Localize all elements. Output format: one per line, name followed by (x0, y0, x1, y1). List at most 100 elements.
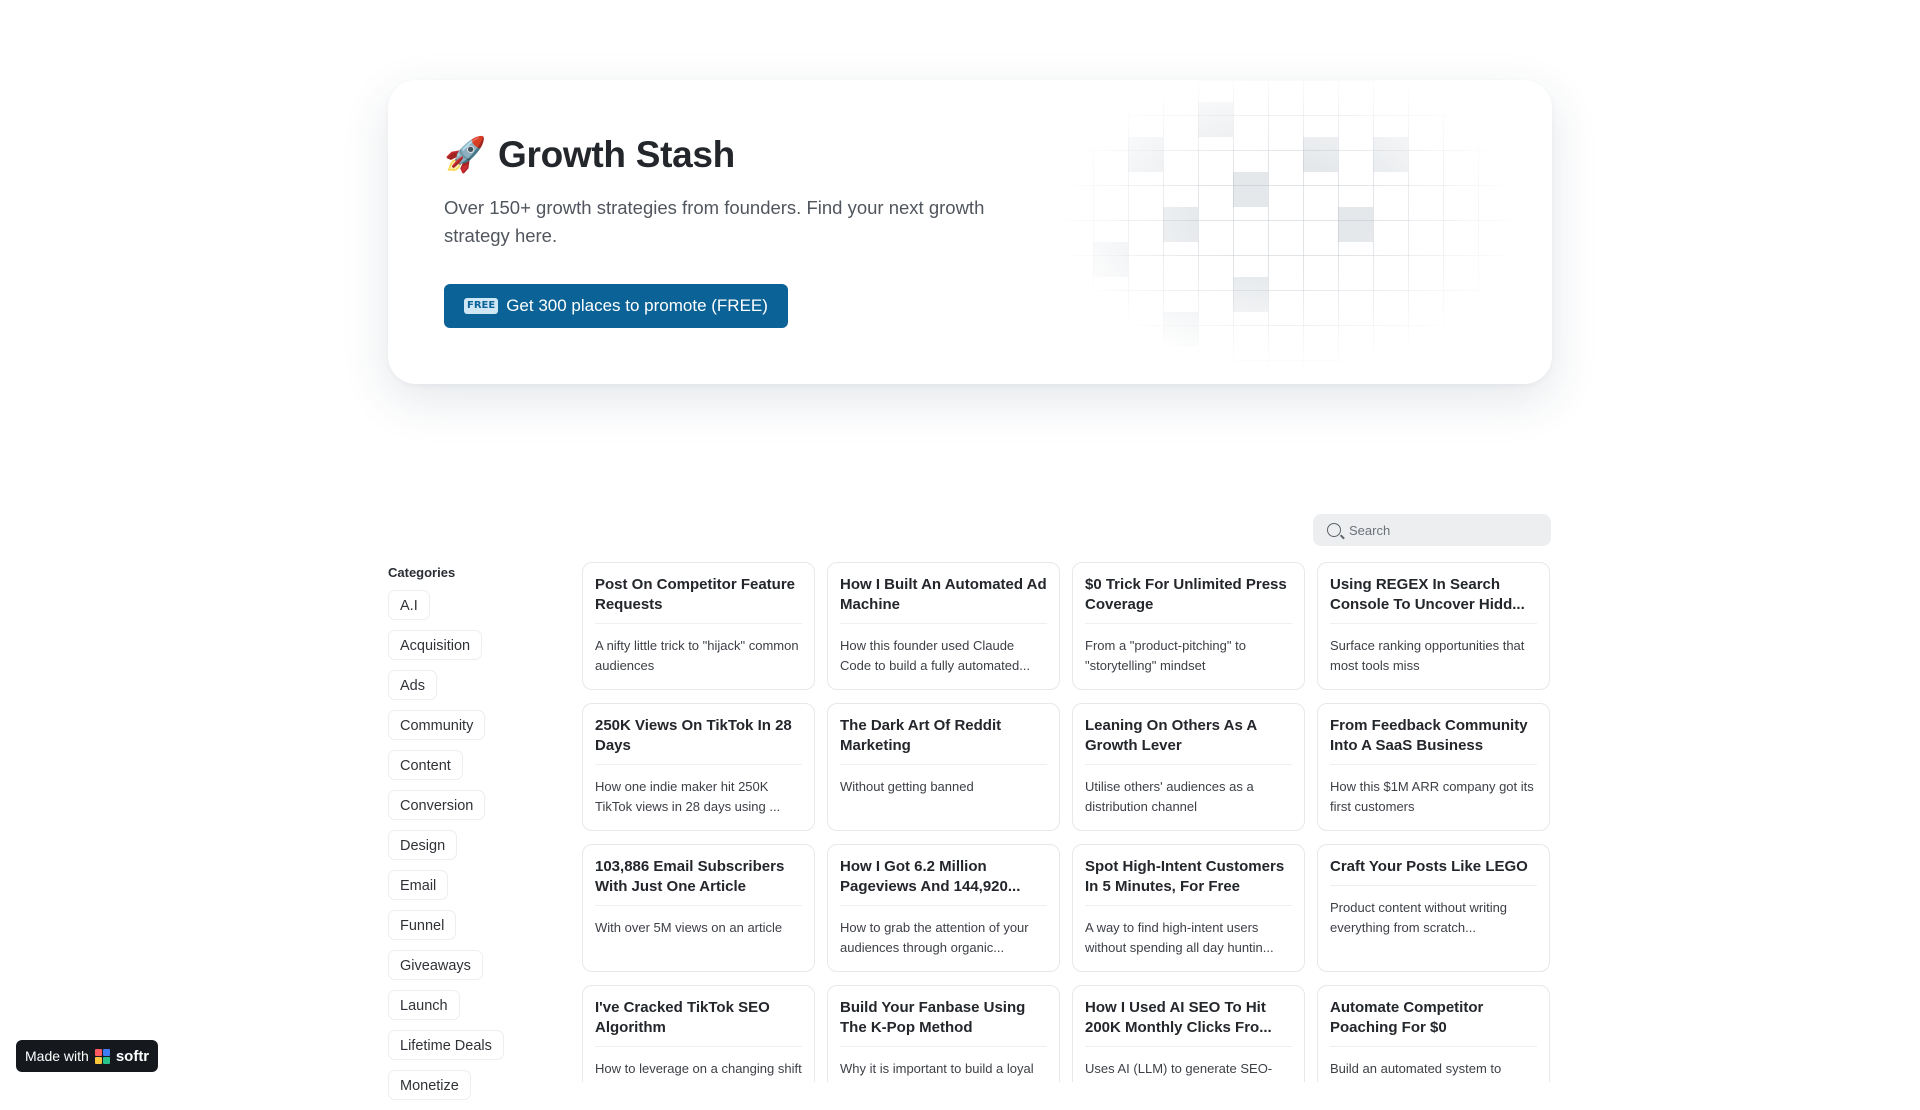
card-description: How to grab the attention of your audien… (840, 920, 1029, 955)
decorative-grid (1058, 80, 1518, 384)
strategy-card[interactable]: From Feedback Community Into A SaaS Busi… (1317, 703, 1550, 831)
card-title: I've Cracked TikTok SEO Algorithm (595, 999, 770, 1036)
card-description: How one indie maker hit 250K TikTok view… (595, 779, 781, 814)
card-title: $0 Trick For Unlimited Press Coverage (1085, 576, 1287, 613)
card-title: 250K Views On TikTok In 28 Days (595, 717, 792, 754)
made-with-label: Made with (25, 1048, 89, 1064)
get-places-button[interactable]: FREE Get 300 places to promote (FREE) (444, 284, 788, 328)
card-description: Product content without writing everythi… (1330, 900, 1508, 935)
category-lifetime-deals[interactable]: Lifetime Deals (388, 1030, 504, 1060)
card-description: With over 5M views on an article (595, 920, 783, 935)
page-subtitle: Over 150+ growth strategies from founder… (444, 197, 985, 246)
card-title: From Feedback Community Into A SaaS Busi… (1330, 717, 1528, 754)
strategy-card[interactable]: Leaning On Others As A Growth Lever Utili… (1072, 703, 1305, 831)
page-title: 🚀 Growth Stash (444, 134, 735, 176)
strategy-card[interactable]: I've Cracked TikTok SEO Algorithm How to … (582, 985, 815, 1082)
softr-logo-square (102, 1056, 110, 1064)
category-email[interactable]: Email (388, 870, 449, 900)
search-bar[interactable] (1313, 514, 1551, 546)
card-title: Automate Competitor Poaching For $0 (1330, 999, 1484, 1036)
card-description: A nifty little trick to "hijack" common … (595, 638, 799, 673)
card-divider (595, 905, 802, 906)
card-divider (840, 764, 1047, 765)
card-divider (1085, 905, 1292, 906)
card-description: How to leverage on a changing shift in t… (595, 1061, 802, 1082)
strategy-card[interactable]: The Dark Art Of Reddit Marketing Without … (827, 703, 1060, 831)
category-funnel[interactable]: Funnel (388, 910, 457, 940)
card-description: From a "product-pitching" to "storytelli… (1085, 638, 1246, 673)
softr-logo-square (94, 1048, 102, 1056)
card-divider (595, 764, 802, 765)
card-title: Craft Your Posts Like LEGO (1330, 858, 1528, 875)
category-ai[interactable]: A.I (388, 590, 430, 620)
card-divider (840, 1046, 1047, 1047)
card-description: How this $1M ARR company got its first c… (1330, 779, 1534, 814)
category-launch[interactable]: Launch (388, 990, 460, 1020)
search-input[interactable] (1349, 522, 1539, 538)
strategy-card[interactable]: 250K Views On TikTok In 28 Days How one i… (582, 703, 815, 831)
strategy-card[interactable]: How I Built An Automated Ad Machine How t… (827, 562, 1060, 690)
card-title: 103,886 Email Subscribers With Just One … (595, 858, 785, 895)
hero-card: 🚀 Growth Stash Over 150+ growth strategi… (388, 80, 1552, 384)
strategy-card[interactable]: $0 Trick For Unlimited Press Coverage Fro… (1072, 562, 1305, 690)
category-giveaways[interactable]: Giveaways (388, 950, 483, 980)
get-places-button-label: Get 300 places to promote (FREE) (506, 296, 768, 315)
card-divider (1330, 885, 1537, 886)
category-monetize[interactable]: Monetize (388, 1070, 471, 1100)
strategy-card[interactable]: Craft Your Posts Like LEGO Product conten… (1317, 844, 1550, 972)
category-content[interactable]: Content (388, 750, 463, 780)
strategy-card[interactable]: Build Your Fanbase Using The K-Pop Metho… (827, 985, 1060, 1082)
card-title: Using REGEX In Search Console To Uncover… (1330, 576, 1525, 613)
category-acquisition[interactable]: Acquisition (388, 630, 483, 660)
card-divider (840, 905, 1047, 906)
card-description: Build an automated system to identify us… (1330, 1061, 1502, 1082)
card-description: Uses AI (LLM) to generate SEO-optimized … (1085, 1061, 1273, 1082)
strategy-card[interactable]: 103,886 Email Subscribers With Just One … (582, 844, 815, 972)
card-divider (595, 1046, 802, 1047)
strategy-card-grid: Post On Competitor Feature Requests A nif… (582, 562, 1552, 1082)
card-title: Leaning On Others As A Growth Lever (1085, 717, 1257, 754)
strategy-card[interactable]: How I Got 6.2 Million Pageviews And 144,… (827, 844, 1060, 972)
strategy-card[interactable]: Automate Competitor Poaching For $0 Build… (1317, 985, 1550, 1082)
softr-logo-square (94, 1056, 102, 1064)
softr-brand-name: softr (115, 1047, 150, 1065)
made-with-softr-badge[interactable]: Made with softr (16, 1040, 159, 1072)
card-divider (840, 623, 1047, 624)
rocket-icon: 🚀 (444, 135, 487, 175)
categories-sidebar: Categories A.I Acquisition Ads Community… (388, 565, 548, 1110)
category-community[interactable]: Community (388, 710, 486, 740)
card-title: Post On Competitor Feature Requests (595, 576, 796, 613)
card-divider (1330, 1046, 1537, 1047)
card-title: How I Got 6.2 Million Pageviews And 144,… (840, 858, 1021, 895)
strategy-card[interactable]: Spot High-Intent Customers In 5 Minutes,… (1072, 844, 1305, 972)
card-title: How I Used AI SEO To Hit 200K Monthly Cl… (1085, 999, 1272, 1036)
card-divider (1330, 623, 1537, 624)
category-ads[interactable]: Ads (388, 670, 437, 700)
category-conversion[interactable]: Conversion (388, 790, 486, 820)
search-icon (1327, 523, 1341, 537)
card-divider (1085, 623, 1292, 624)
card-description: Without getting banned (840, 779, 974, 794)
card-divider (1085, 764, 1292, 765)
card-divider (1085, 1046, 1292, 1047)
card-description: Why it is important to build a loyal com… (840, 1061, 1034, 1082)
card-title: How I Built An Automated Ad Machine (840, 576, 1047, 613)
softr-logo-square (102, 1048, 110, 1056)
card-divider (1330, 764, 1537, 765)
categories-heading: Categories (388, 565, 456, 580)
category-design[interactable]: Design (388, 830, 458, 860)
strategy-card[interactable]: Post On Competitor Feature Requests A nif… (582, 562, 815, 690)
card-description: A way to find high-intent users without … (1085, 920, 1274, 955)
free-badge-icon: FREE (464, 298, 499, 314)
card-description: How this founder used Claude Code to bui… (840, 638, 1031, 673)
card-description: Utilise others' audiences as a distribut… (1085, 779, 1254, 814)
card-title: Spot High-Intent Customers In 5 Minutes,… (1085, 858, 1285, 895)
card-divider (595, 623, 802, 624)
strategy-card[interactable]: Using REGEX In Search Console To Uncover… (1317, 562, 1550, 690)
card-title: Build Your Fanbase Using The K-Pop Metho… (840, 999, 1026, 1036)
card-description: Surface ranking opportunities that most … (1330, 638, 1525, 673)
card-title: The Dark Art Of Reddit Marketing (840, 717, 1002, 754)
page-title-text: Growth Stash (498, 134, 735, 175)
softr-logo-icon (94, 1048, 110, 1064)
strategy-card[interactable]: How I Used AI SEO To Hit 200K Monthly Cl… (1072, 985, 1305, 1082)
